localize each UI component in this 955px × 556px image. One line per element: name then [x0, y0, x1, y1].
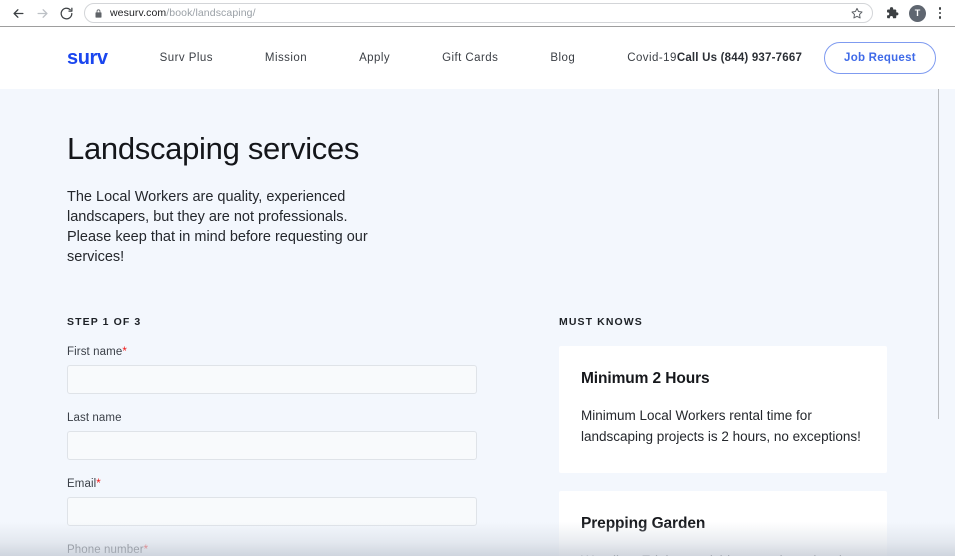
- nav-link-gift-cards[interactable]: Gift Cards: [442, 52, 498, 64]
- site-navbar: surv Surv Plus Mission Apply Gift Cards …: [0, 27, 955, 89]
- card-body: Weeding, Edging, mulching, pruning, trim…: [581, 550, 865, 556]
- bookmark-star-icon[interactable]: [845, 7, 863, 19]
- field-phone-number: Phone number*: [67, 544, 559, 556]
- browser-toolbar: wesurv.com/book/landscaping/ T: [0, 0, 955, 26]
- site-logo[interactable]: surv: [67, 47, 108, 70]
- must-know-card-prepping-garden: Prepping Garden Weeding, Edging, mulchin…: [559, 491, 887, 556]
- booking-form-column: STEP 1 OF 3 First name* Last name Email*…: [67, 316, 559, 556]
- field-label-text: Last name: [67, 412, 122, 425]
- address-bar-url: wesurv.com/book/landscaping/: [110, 7, 256, 19]
- kebab-menu-icon[interactable]: [931, 3, 949, 23]
- page-intro-text: The Local Workers are quality, experienc…: [67, 189, 368, 266]
- nav-link-covid-19[interactable]: Covid-19: [627, 52, 677, 64]
- lock-icon: [94, 8, 103, 19]
- address-bar[interactable]: wesurv.com/book/landscaping/: [84, 3, 873, 23]
- field-email: Email*: [67, 478, 559, 527]
- must-knows-heading: MUST KNOWS: [559, 316, 643, 329]
- nav-link-surv-plus[interactable]: Surv Plus: [160, 52, 213, 64]
- field-label-text: Phone number: [67, 544, 144, 556]
- nav-link-blog[interactable]: Blog: [550, 52, 575, 64]
- page-right-rule: [938, 89, 939, 419]
- browser-actions: T: [880, 1, 949, 25]
- field-label-text: Email: [67, 478, 97, 491]
- field-first-name: First name*: [67, 346, 559, 395]
- profile-avatar[interactable]: T: [909, 4, 926, 22]
- reload-icon[interactable]: [54, 1, 78, 25]
- nav-links: Surv Plus Mission Apply Gift Cards Blog …: [160, 52, 677, 64]
- field-label-last-name: Last name: [67, 412, 559, 424]
- step-indicator: STEP 1 OF 3: [67, 316, 142, 329]
- must-know-card-minimum-hours: Minimum 2 Hours Minimum Local Workers re…: [559, 346, 887, 474]
- page-content: Landscaping services The Local Workers a…: [0, 89, 955, 556]
- address-bar-host: wesurv.com: [110, 7, 167, 19]
- email-input[interactable]: [67, 497, 477, 527]
- required-marker: *: [122, 346, 127, 359]
- nav-right-group: Call Us (844) 937-7667 Job Request: [677, 42, 936, 74]
- field-label-text: First name: [67, 346, 123, 359]
- nav-link-mission[interactable]: Mission: [265, 52, 307, 64]
- card-title: Prepping Garden: [581, 515, 706, 533]
- back-arrow-icon[interactable]: [6, 1, 30, 25]
- field-label-first-name: First name*: [67, 346, 559, 358]
- job-request-button[interactable]: Job Request: [824, 42, 936, 74]
- page-viewport: surv Surv Plus Mission Apply Gift Cards …: [0, 27, 955, 556]
- nav-link-apply[interactable]: Apply: [359, 52, 390, 64]
- card-body: Minimum Local Workers rental time for la…: [581, 408, 861, 445]
- field-label-phone-number: Phone number*: [67, 544, 559, 556]
- call-us-phone[interactable]: Call Us (844) 937-7667: [677, 52, 802, 64]
- page-title: Landscaping services: [67, 131, 360, 166]
- must-knows-column: MUST KNOWS Minimum 2 Hours Minimum Local…: [559, 316, 888, 556]
- field-label-email: Email*: [67, 478, 559, 490]
- required-marker: *: [96, 478, 101, 491]
- required-marker: *: [143, 544, 149, 556]
- forward-arrow-icon[interactable]: [30, 1, 54, 25]
- last-name-input[interactable]: [67, 431, 477, 461]
- field-last-name: Last name: [67, 412, 559, 461]
- card-title: Minimum 2 Hours: [581, 370, 710, 388]
- first-name-input[interactable]: [67, 365, 477, 395]
- address-bar-path: /book/landscaping/: [166, 7, 256, 19]
- content-columns: STEP 1 OF 3 First name* Last name Email*…: [67, 316, 888, 556]
- puzzle-piece-icon[interactable]: [880, 1, 904, 25]
